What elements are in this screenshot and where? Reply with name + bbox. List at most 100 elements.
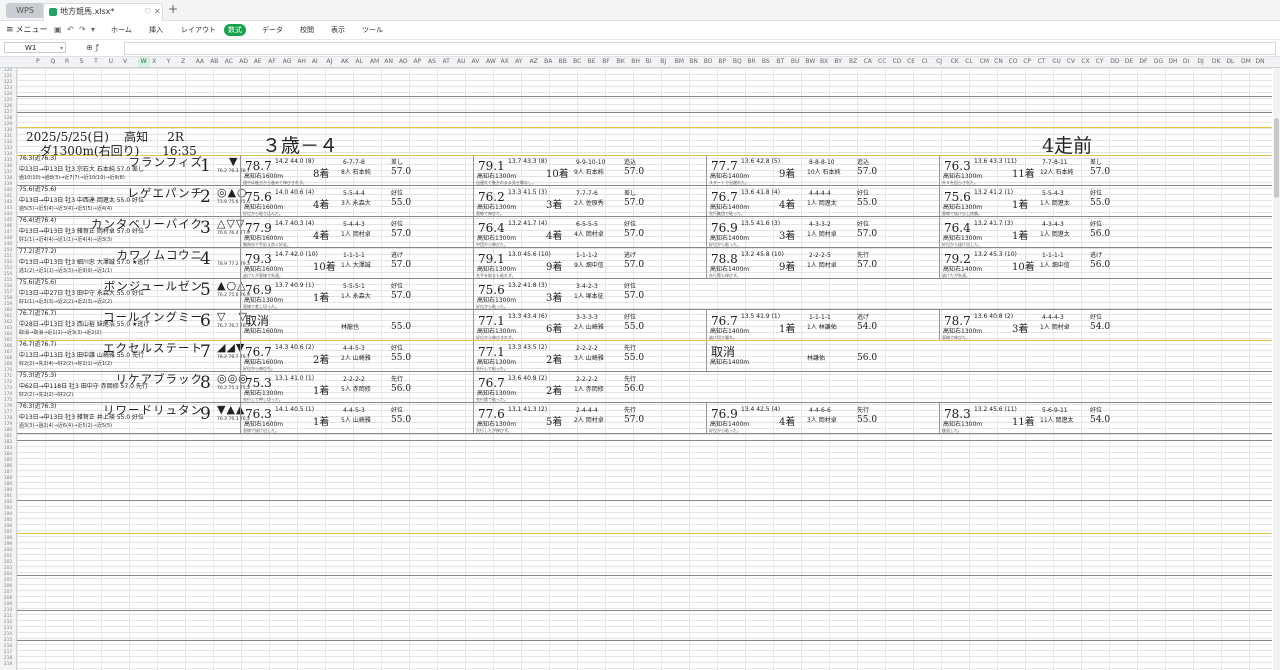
column-letter-q[interactable]: Q — [51, 57, 56, 67]
column-letter-bc[interactable]: BC — [573, 57, 581, 67]
column-letter-cv[interactable]: CV — [1067, 57, 1075, 67]
column-letter-bz[interactable]: BZ — [849, 57, 857, 67]
quick-access-more-icon[interactable]: ▾ — [91, 23, 95, 37]
column-letter-ca[interactable]: CA — [864, 57, 872, 67]
vertical-scrollbar[interactable] — [1273, 68, 1280, 670]
column-letter-bo[interactable]: BO — [704, 57, 713, 67]
column-letter-y[interactable]: Y — [167, 57, 171, 67]
column-letter-x[interactable]: X — [152, 57, 156, 67]
column-letter-be[interactable]: BE — [588, 57, 596, 67]
column-letter-ac[interactable]: AC — [225, 57, 233, 67]
new-tab-icon[interactable]: + — [168, 2, 178, 16]
column-letter-an[interactable]: AN — [384, 57, 393, 67]
column-letter-bj[interactable]: BJ — [660, 57, 666, 67]
column-letter-s[interactable]: S — [80, 57, 84, 67]
column-letter-cm[interactable]: CM — [980, 57, 989, 67]
column-letter-bt[interactable]: BT — [776, 57, 784, 67]
column-letter-al[interactable]: AL — [355, 57, 362, 67]
column-letter-ce[interactable]: CE — [907, 57, 915, 67]
column-letter-bn[interactable]: BN — [689, 57, 698, 67]
column-letter-cp[interactable]: CP — [1023, 57, 1031, 67]
column-letter-cj[interactable]: CJ — [936, 57, 942, 67]
column-letter-bs[interactable]: BS — [762, 57, 770, 67]
tab-home[interactable]: ホーム — [107, 24, 136, 36]
save-icon[interactable]: ▣ — [54, 23, 62, 37]
fx-icon[interactable]: ƒ — [96, 43, 102, 52]
column-letter-bw[interactable]: BW — [805, 57, 815, 67]
column-letter-bk[interactable]: BK — [617, 57, 625, 67]
column-letter-ct[interactable]: CT — [1038, 57, 1046, 67]
column-letter-w[interactable]: W — [137, 57, 150, 67]
column-letter-bb[interactable]: BB — [559, 57, 567, 67]
column-letter-cy[interactable]: CY — [1096, 57, 1104, 67]
main-menu-button[interactable]: ≡ メニュー — [6, 23, 48, 37]
column-letter-au[interactable]: AU — [457, 57, 466, 67]
tab-tools[interactable]: ツール — [358, 24, 387, 36]
column-letter-t[interactable]: T — [94, 57, 98, 67]
column-letter-br[interactable]: BR — [747, 57, 755, 67]
column-letter-cc[interactable]: CC — [878, 57, 886, 67]
column-letter-p[interactable]: P — [36, 57, 40, 67]
column-letter-v[interactable]: V — [123, 57, 127, 67]
wps-home-tab[interactable]: WPS — [6, 3, 44, 18]
column-letter-bf[interactable]: BF — [602, 57, 610, 67]
column-letter-de[interactable]: DE — [1125, 57, 1133, 67]
column-letter-dh[interactable]: DH — [1168, 57, 1177, 67]
column-letter-bp[interactable]: BP — [718, 57, 726, 67]
bookmark-icon[interactable]: ♡ — [144, 4, 151, 20]
column-letter-ay[interactable]: AY — [515, 57, 522, 67]
close-tab-icon[interactable]: ✕ — [154, 4, 161, 20]
column-letter-ag[interactable]: AG — [283, 57, 292, 67]
tab-data[interactable]: データ — [258, 24, 287, 36]
row-number[interactable]: 219 — [0, 662, 16, 668]
zoom-icon[interactable]: ⊕ — [86, 43, 96, 52]
column-letter-as[interactable]: AS — [428, 57, 436, 67]
tab-formulas[interactable]: 数式 — [224, 24, 246, 36]
tab-review[interactable]: 校閲 — [296, 24, 318, 36]
column-letter-az[interactable]: AZ — [530, 57, 538, 67]
column-letter-dg[interactable]: DG — [1154, 57, 1163, 67]
column-letter-cx[interactable]: CX — [1081, 57, 1089, 67]
column-letter-dl[interactable]: DL — [1226, 57, 1234, 67]
column-letter-dm[interactable]: DM — [1241, 57, 1251, 67]
column-letter-ae[interactable]: AE — [254, 57, 262, 67]
column-letter-cl[interactable]: CL — [965, 57, 973, 67]
column-letter-co[interactable]: CO — [1009, 57, 1018, 67]
column-letter-ax[interactable]: AX — [501, 57, 509, 67]
tab-view[interactable]: 表示 — [327, 24, 349, 36]
column-letter-dk[interactable]: DK — [1212, 57, 1221, 67]
scrollbar-thumb[interactable] — [1274, 118, 1279, 198]
column-letter-di[interactable]: DI — [1183, 57, 1189, 67]
column-letter-bm[interactable]: BM — [675, 57, 684, 67]
column-letter-r[interactable]: R — [65, 57, 69, 67]
column-letter-dj[interactable]: DJ — [1197, 57, 1203, 67]
tab-layout[interactable]: レイアウト — [177, 24, 220, 36]
column-letter-av[interactable]: AV — [472, 57, 480, 67]
column-letter-cd[interactable]: CD — [893, 57, 902, 67]
column-letter-bq[interactable]: BQ — [733, 57, 742, 67]
file-tab[interactable]: 地方競馬.xlsx* ♡ ✕ — [43, 3, 163, 21]
name-box[interactable]: W1 ▾ — [4, 42, 66, 53]
column-letter-ci[interactable]: CI — [922, 57, 928, 67]
column-letter-ad[interactable]: AD — [239, 57, 248, 67]
redo-icon[interactable]: ↷ — [79, 23, 86, 37]
column-letter-bh[interactable]: BH — [631, 57, 640, 67]
column-letter-ck[interactable]: CK — [951, 57, 959, 67]
column-letter-aw[interactable]: AW — [486, 57, 496, 67]
column-letter-am[interactable]: AM — [370, 57, 379, 67]
column-letter-bx[interactable]: BX — [820, 57, 828, 67]
column-letter-dn[interactable]: DN — [1255, 57, 1264, 67]
column-letter-ab[interactable]: AB — [210, 57, 218, 67]
column-letter-at[interactable]: AT — [442, 57, 449, 67]
column-letter-u[interactable]: U — [109, 57, 113, 67]
tab-insert[interactable]: 挿入 — [145, 24, 167, 36]
column-letter-cu[interactable]: CU — [1052, 57, 1061, 67]
column-letter-cn[interactable]: CN — [994, 57, 1003, 67]
column-letter-z[interactable]: Z — [181, 57, 185, 67]
column-letter-dd[interactable]: DD — [1110, 57, 1119, 67]
column-letter-ao[interactable]: AO — [399, 57, 408, 67]
column-letter-ak[interactable]: AK — [341, 57, 349, 67]
column-letter-bu[interactable]: BU — [791, 57, 800, 67]
column-letter-df[interactable]: DF — [1139, 57, 1147, 67]
column-letter-by[interactable]: BY — [834, 57, 841, 67]
